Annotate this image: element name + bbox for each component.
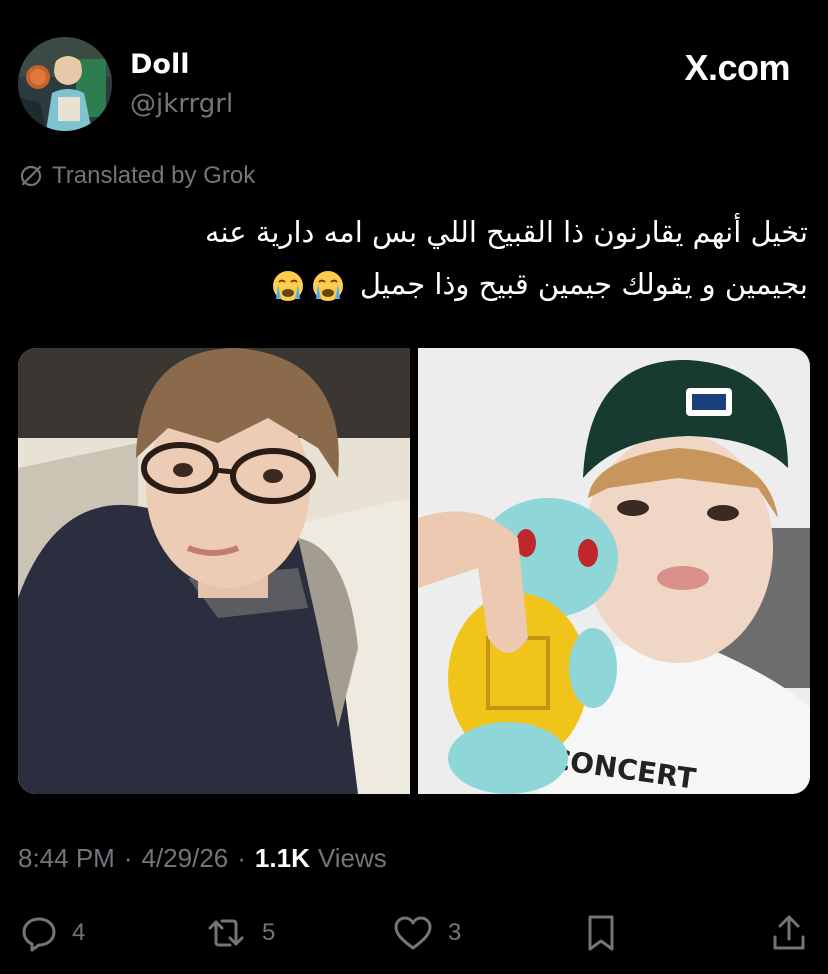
heart-icon [394,916,432,950]
tweet-date[interactable]: 4/29/26 [142,843,229,874]
brand-logo: X.com [684,47,790,88]
repost-icon [208,919,244,947]
repost-count: 5 [262,919,276,946]
tweet-actions: 4 5 3 [18,910,810,956]
media-photo-1[interactable] [18,348,410,794]
bookmark-icon [588,915,614,951]
views-count: 1.1K [254,843,310,873]
translation-label: Translated by Grok [52,162,256,189]
tweet-text-line-1: تخيل أنهم يقارنون ذا القبيح اللي بس امه … [205,215,808,249]
loudly-crying-face-icon [312,271,343,301]
media-photo-2[interactable]: CONCERT [418,348,810,794]
tweet-text: تخيل أنهم يقارنون ذا القبيح اللي بس امه … [18,206,808,310]
share-button[interactable] [770,910,808,956]
meta-separator: · [123,843,133,873]
like-count: 3 [448,919,462,946]
bookmark-button[interactable] [584,910,618,956]
views-label: Views [317,843,387,873]
like-button[interactable]: 3 [392,910,461,956]
translation-note[interactable]: Translated by Grok [18,160,255,192]
repost-button[interactable]: 5 [204,910,275,956]
avatar[interactable] [18,37,112,131]
tweet-text-line-2-text: بجيمين و يقولك جيمين قبيح وذا جميل [359,267,808,301]
tweet-time[interactable]: 8:44 PM [18,843,115,874]
meta-separator: · [237,843,246,873]
reply-icon [22,917,56,952]
tweet-media: CONCERT [18,348,810,794]
translate-icon [20,165,42,187]
reply-button[interactable]: 4 [20,910,85,956]
tweet-meta: 8:44 PM · 4/29/26 · 1.1K Views [18,843,387,874]
user-handle[interactable]: @jkrrgrl [130,89,233,119]
display-name[interactable]: Doll [130,49,189,80]
loudly-crying-face-icon [272,271,303,301]
tweet-header: Doll @jkrrgrl X.com [18,37,810,133]
share-icon [773,915,805,950]
reply-count: 4 [72,919,86,946]
tweet-text-line-2: بجيمين و يقولك جيمين قبيح وذا جميل [18,258,808,310]
